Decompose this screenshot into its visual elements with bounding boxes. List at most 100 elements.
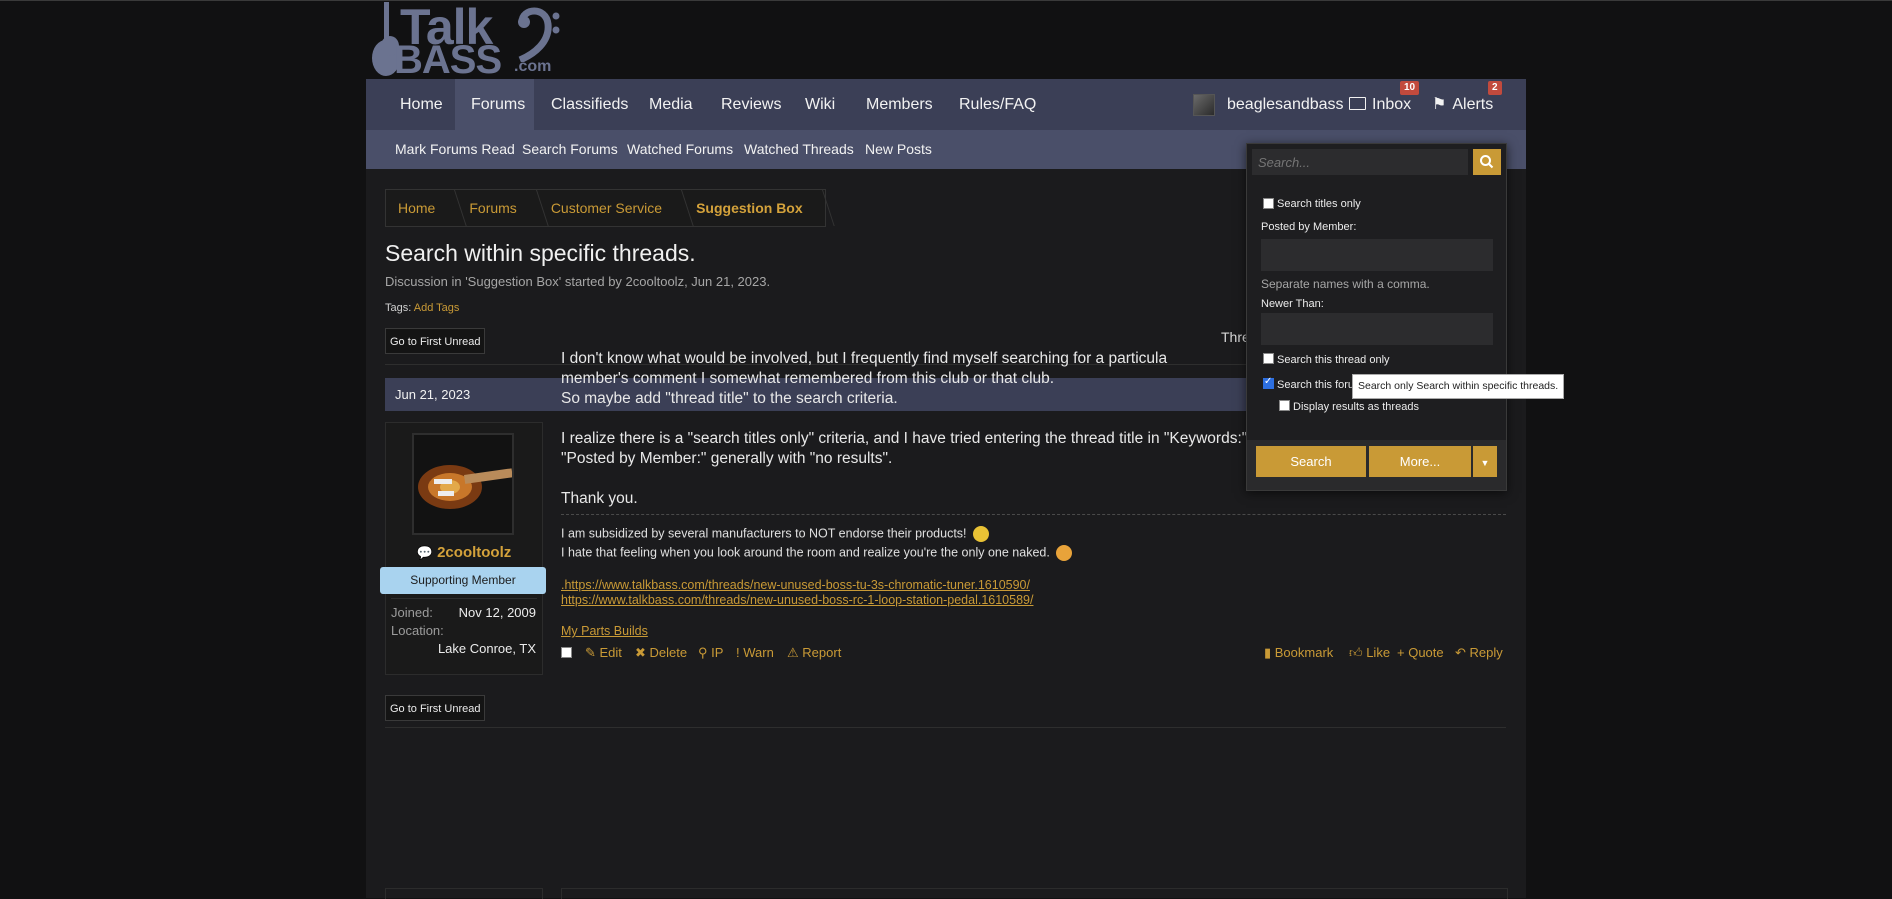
supporting-member-badge: Supporting Member [380, 567, 546, 594]
select-post-checkbox[interactable] [561, 647, 572, 658]
tags-row: Tags: Add Tags [385, 302, 459, 314]
breadcrumb-customer-service[interactable]: Customer Service [539, 190, 684, 226]
alerts-count-badge: 2 [1488, 81, 1502, 95]
bass-guitar-image [414, 435, 512, 533]
nav-rules-faq[interactable]: Rules/FAQ [943, 79, 1052, 130]
alerts-link[interactable]: ⚑ Alerts [1432, 79, 1493, 130]
tags-label: Tags: [385, 302, 412, 314]
signature-text-2: I hate that feeling when you look around… [561, 545, 1050, 560]
breadcrumb-suggestion-box[interactable]: Suggestion Box [684, 190, 825, 226]
search-titles-only-checkbox[interactable] [1263, 198, 1274, 209]
subnav-mark-forums-read[interactable]: Mark Forums Read [395, 130, 515, 169]
report-action[interactable]: ⚠ Report [787, 645, 841, 661]
next-post-box [561, 888, 1508, 899]
inbox-label: Inbox [1372, 96, 1412, 113]
edit-label: Edit [599, 645, 622, 660]
flag-icon: ⚑ [1432, 96, 1447, 113]
author-avatar[interactable] [412, 433, 514, 535]
search-this-forum-label: Search this foru [1277, 379, 1355, 391]
next-user-card [385, 888, 543, 899]
nav-classifieds[interactable]: Classifieds [535, 79, 644, 130]
like-action[interactable]: 👍︎ Like [1349, 645, 1390, 661]
thumbs-up-icon: 👍︎ [1349, 645, 1367, 660]
search-this-thread-label: Search this thread only [1277, 354, 1390, 366]
subnav-watched-forums[interactable]: Watched Forums [627, 130, 733, 169]
bookmark-action[interactable]: ▮ Bookmark [1264, 645, 1333, 661]
nav-home[interactable]: Home [384, 79, 459, 130]
more-options-dropdown[interactable]: ▼ [1473, 446, 1497, 477]
warn-label: Warn [743, 645, 774, 660]
main-nav: Home Forums Classifieds Media Reviews Wi… [366, 79, 1526, 130]
search-footer: Search More... ▼ [1247, 440, 1506, 490]
newer-than-field[interactable] [1261, 313, 1493, 345]
subnav-new-posts[interactable]: New Posts [865, 130, 932, 169]
nav-reviews[interactable]: Reviews [705, 79, 797, 130]
nav-members[interactable]: Members [850, 79, 949, 130]
search-submit-button[interactable] [1473, 149, 1501, 175]
signature-link-loop-station[interactable]: https://www.talkbass.com/threads/new-unu… [561, 593, 1033, 607]
chevron-down-icon: ▼ [1480, 458, 1490, 468]
site-logo[interactable]: Talk BASS .com [366, 0, 566, 82]
go-to-first-unread-button[interactable]: Go to First Unread [385, 328, 486, 354]
separate-names-hint: Separate names with a comma. [1261, 277, 1430, 291]
author-username[interactable]: 💬 2cooltoolz [386, 544, 542, 561]
reply-label: Reply [1469, 645, 1503, 660]
tooltip: Search only Search within specific threa… [1352, 374, 1565, 399]
nav-media[interactable]: Media [633, 79, 709, 130]
posted-by-member-field[interactable] [1261, 239, 1493, 271]
bookmark-label: Bookmark [1274, 645, 1334, 660]
reply-arrow-icon: ↶ [1455, 645, 1470, 660]
divider [385, 727, 1506, 728]
like-label: Like [1366, 645, 1391, 660]
alerts-label: Alerts [1452, 96, 1494, 113]
signature-line: I hate that feeling when you look around… [561, 545, 1072, 561]
quote-action[interactable]: + Quote [1397, 645, 1444, 660]
nav-forums[interactable]: Forums [455, 79, 534, 130]
search-this-forum-checkbox[interactable] [1263, 376, 1274, 389]
logo-text-bass: BASS [394, 38, 502, 82]
nav-wiki[interactable]: Wiki [789, 79, 851, 130]
inbox-count-badge: 10 [1400, 81, 1420, 95]
chat-bubble-icon: 💬 [416, 545, 433, 560]
ip-action[interactable]: ⚲ IP [698, 645, 723, 661]
warning-icon: ⚠ [787, 645, 803, 660]
user-card: 💬 2cooltoolz Supporting Member Joined: N… [380, 422, 546, 675]
edit-action[interactable]: ✎ Edit [585, 645, 622, 661]
pencil-icon: ✎ [585, 645, 600, 660]
subnav-search-forums[interactable]: Search Forums [522, 130, 618, 169]
search-dropdown: Search titles only Posted by Member: Sep… [1246, 143, 1507, 491]
ip-label: IP [711, 645, 724, 660]
go-to-first-unread-button-bottom[interactable]: Go to First Unread [385, 695, 486, 721]
envelope-icon [1349, 97, 1366, 111]
location-value: Lake Conroe, TX [437, 641, 536, 656]
guitar-smiley-icon [972, 526, 989, 542]
signature-link-tuner[interactable]: .https://www.talkbass.com/threads/new-un… [561, 578, 1030, 592]
display-as-threads-label: Display results as threads [1293, 401, 1419, 413]
report-label: Report [802, 645, 842, 660]
breadcrumb: Home Forums Customer Service Suggestion … [385, 189, 826, 227]
delete-action[interactable]: ✖ Delete [635, 645, 687, 661]
location-label: Location: [391, 623, 444, 638]
search-icon [1480, 155, 1494, 169]
add-tags-link[interactable]: Add Tags [414, 302, 460, 314]
signature-link-parts-builds[interactable]: My Parts Builds [561, 624, 648, 638]
search-input[interactable] [1252, 149, 1468, 175]
signature-line: I am subsidized by several manufacturers… [561, 526, 989, 542]
bass-clef-icon [518, 7, 560, 62]
post-date: Jun 21, 2023 [395, 387, 471, 402]
search-this-thread-checkbox[interactable] [1263, 353, 1274, 364]
user-menu[interactable]: beaglesandbass [1193, 79, 1344, 130]
search-button[interactable]: Search [1256, 446, 1366, 477]
thread-meta: Discussion in 'Suggestion Box' started b… [385, 274, 771, 289]
more-options-button[interactable]: More... [1369, 446, 1471, 477]
post-line: Thank you. [561, 490, 638, 507]
warn-action[interactable]: ! Warn [736, 645, 774, 660]
signature-text-1: I am subsidized by several manufacturers… [561, 526, 967, 541]
surprised-smiley-icon [1055, 545, 1072, 561]
breadcrumb-home[interactable]: Home [386, 190, 457, 226]
breadcrumb-forums[interactable]: Forums [457, 190, 538, 226]
display-as-threads-checkbox[interactable] [1279, 400, 1290, 411]
username-label: beaglesandbass [1227, 96, 1344, 113]
reply-action[interactable]: ↶ Reply [1455, 645, 1503, 661]
subnav-watched-threads[interactable]: Watched Threads [744, 130, 854, 169]
